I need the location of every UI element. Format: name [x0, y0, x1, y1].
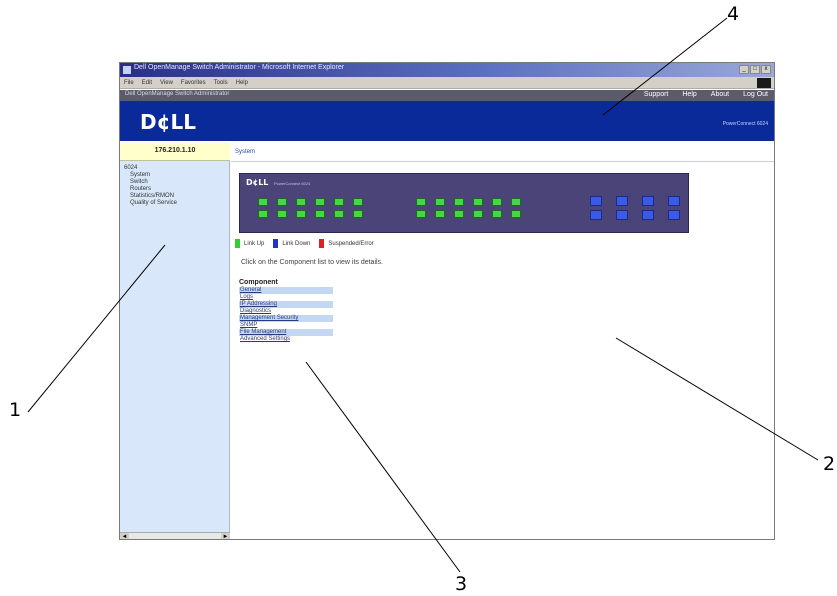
- window-titlebar[interactable]: Dell OpenManage Switch Administrator - M…: [120, 63, 774, 77]
- app-title: Dell OpenManage Switch Administrator: [125, 91, 230, 97]
- component-snmp[interactable]: SNMP: [239, 322, 333, 329]
- switch-faceplate[interactable]: D¢LL PowerConnect 6024: [239, 173, 689, 233]
- copper-port-4[interactable]: [277, 210, 287, 218]
- tree-item-routers[interactable]: Routers: [124, 186, 177, 193]
- component-ip-addressing[interactable]: IP Addressing: [239, 301, 333, 308]
- copper-port-9[interactable]: [334, 198, 344, 206]
- instruction-text: Click on the Component list to view its …: [241, 259, 384, 266]
- scroll-right-icon[interactable]: ►: [221, 533, 230, 539]
- component-logs[interactable]: Logs: [239, 294, 333, 301]
- link-up-swatch: [235, 239, 240, 248]
- app-header: Dell OpenManage Switch Administrator Sup…: [120, 90, 774, 101]
- content-divider: [231, 161, 774, 162]
- copper-port-16[interactable]: [435, 210, 445, 218]
- window-title: Dell OpenManage Switch Administrator - M…: [134, 64, 345, 71]
- fiber-port-2[interactable]: [590, 210, 602, 220]
- fiber-port-8[interactable]: [668, 210, 680, 220]
- minimize-button[interactable]: _: [739, 65, 749, 74]
- copper-port-1[interactable]: [258, 198, 268, 206]
- scroll-left-icon[interactable]: ◄: [120, 533, 129, 539]
- close-button[interactable]: x: [761, 65, 771, 74]
- copper-port-15[interactable]: [435, 198, 445, 206]
- component-list: Component General Logs IP Addressing Dia…: [239, 279, 333, 343]
- banner-tagline: PowerConnect 6024: [722, 121, 768, 127]
- main-content: System D¢LL PowerConnect 6024 Link Up Li…: [231, 143, 774, 539]
- fiber-port-5[interactable]: [642, 196, 654, 206]
- faceplate-model: PowerConnect 6024: [274, 181, 311, 186]
- help-link[interactable]: Help: [682, 91, 696, 98]
- about-link[interactable]: About: [711, 91, 729, 98]
- device-ip-box: 176.210.1.10: [120, 143, 230, 161]
- component-file-management[interactable]: File Management: [239, 329, 333, 336]
- dell-banner: D¢LL PowerConnect 6024: [120, 101, 774, 141]
- callout-2: 2: [823, 453, 836, 475]
- faceplate-logo: D¢LL: [246, 178, 269, 187]
- copper-port-5[interactable]: [296, 198, 306, 206]
- navigation-sidebar: 176.210.1.10 6024 System Switch Routers …: [120, 143, 230, 539]
- windows-logo-icon: [757, 78, 771, 88]
- menu-edit[interactable]: Edit: [142, 77, 152, 88]
- suspended-error-label: Suspended/Error: [328, 240, 374, 247]
- dell-logo: D¢LL: [140, 110, 197, 134]
- device-ip-address: 176.210.1.10: [154, 147, 196, 154]
- browser-menubar: File Edit View Favorites Tools Help: [120, 77, 774, 89]
- copper-port-13[interactable]: [416, 198, 426, 206]
- copper-port-10[interactable]: [334, 210, 344, 218]
- link-down-swatch: [273, 239, 279, 248]
- header-links: Support Help About Log Out: [644, 91, 768, 98]
- component-diagnostics[interactable]: Diagnostics: [239, 308, 333, 315]
- link-down-label: Link Down: [282, 240, 311, 247]
- tree-item-switch[interactable]: Switch: [124, 179, 177, 186]
- menu-file[interactable]: File: [124, 77, 134, 88]
- breadcrumb[interactable]: System: [235, 149, 255, 155]
- component-list-header: Component: [239, 279, 278, 286]
- fiber-port-1[interactable]: [590, 196, 602, 206]
- tree-item-statistics-rmon[interactable]: Statistics/RMON: [124, 193, 177, 200]
- menu-favorites[interactable]: Favorites: [181, 77, 206, 88]
- browser-icon: [123, 66, 131, 74]
- fiber-port-7[interactable]: [668, 196, 680, 206]
- fiber-port-6[interactable]: [642, 210, 654, 220]
- copper-port-14[interactable]: [416, 210, 426, 218]
- navigation-tree: 6024 System Switch Routers Statistics/RM…: [124, 165, 177, 207]
- copper-port-17[interactable]: [454, 198, 464, 206]
- copper-port-24[interactable]: [511, 210, 521, 218]
- copper-port-2[interactable]: [258, 210, 268, 218]
- menu-help[interactable]: Help: [236, 77, 248, 88]
- copper-port-20[interactable]: [473, 210, 483, 218]
- callout-3: 3: [455, 573, 468, 595]
- fiber-port-4[interactable]: [616, 210, 628, 220]
- component-management-security[interactable]: Management Security: [239, 315, 333, 322]
- copper-port-8[interactable]: [315, 210, 325, 218]
- fiber-port-3[interactable]: [616, 196, 628, 206]
- copper-port-22[interactable]: [492, 210, 502, 218]
- copper-port-19[interactable]: [473, 198, 483, 206]
- sidebar-scrollbar[interactable]: ◄ ►: [120, 532, 230, 539]
- menu-tools[interactable]: Tools: [214, 77, 228, 88]
- copper-port-21[interactable]: [492, 198, 502, 206]
- tree-root-6024[interactable]: 6024: [124, 165, 177, 172]
- copper-port-12[interactable]: [353, 210, 363, 218]
- component-general[interactable]: General: [239, 287, 333, 294]
- support-link[interactable]: Support: [644, 91, 669, 98]
- link-up-label: Link Up: [244, 240, 265, 247]
- menu-view[interactable]: View: [160, 77, 173, 88]
- window-controls: _ □ x: [739, 65, 771, 74]
- browser-window: Dell OpenManage Switch Administrator - M…: [119, 62, 775, 540]
- copper-port-18[interactable]: [454, 210, 464, 218]
- component-advanced-settings[interactable]: Advanced Settings: [239, 336, 333, 343]
- tree-item-quality-of-service[interactable]: Quality of Service: [124, 200, 177, 207]
- copper-port-3[interactable]: [277, 198, 287, 206]
- callout-4: 4: [727, 3, 740, 25]
- copper-port-6[interactable]: [296, 210, 306, 218]
- suspended-error-swatch: [319, 239, 325, 248]
- copper-port-11[interactable]: [353, 198, 363, 206]
- port-legend: Link Up Link Down Suspended/Error: [235, 239, 379, 248]
- copper-port-7[interactable]: [315, 198, 325, 206]
- logout-link[interactable]: Log Out: [743, 91, 768, 98]
- copper-port-23[interactable]: [511, 198, 521, 206]
- tree-item-system[interactable]: System: [124, 172, 177, 179]
- maximize-button[interactable]: □: [750, 65, 760, 74]
- callout-1: 1: [9, 399, 22, 421]
